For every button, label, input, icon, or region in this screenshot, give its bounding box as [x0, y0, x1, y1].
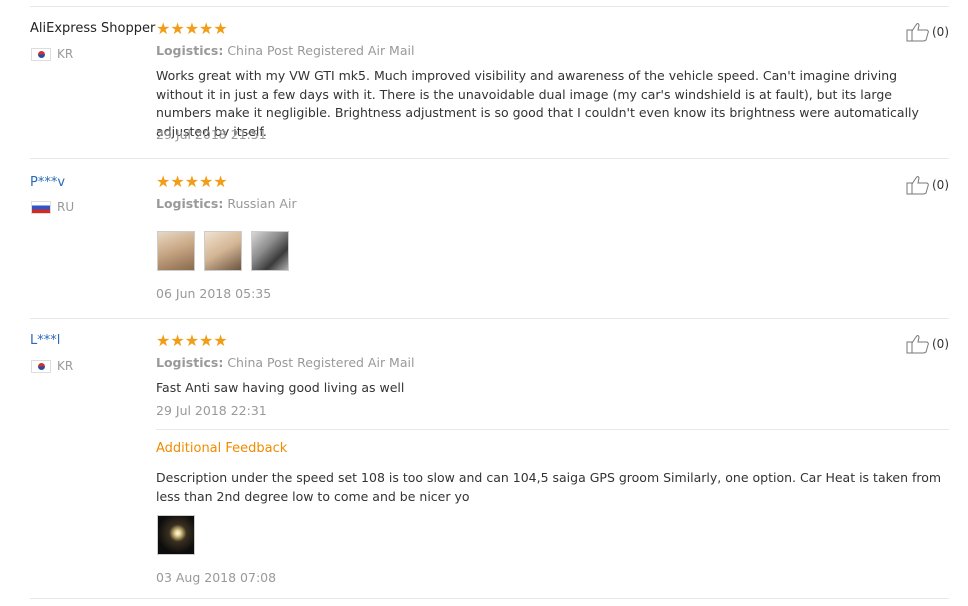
logistics-value: Russian Air: [227, 196, 297, 211]
review-text: Fast Anti saw having good living as well: [156, 380, 405, 395]
divider: [30, 158, 949, 159]
korea-flag-icon: [31, 359, 51, 373]
divider: [30, 598, 949, 599]
additional-feedback-title: Additional Feedback: [156, 441, 288, 456]
review-date: 29 Jul 2018 22:31: [156, 403, 267, 418]
review-photo-thumbnail[interactable]: [157, 515, 195, 555]
review-text: Works great with my VW GTI mk5. Much imp…: [156, 68, 919, 139]
review-photo-thumbnail[interactable]: [251, 231, 289, 271]
helpful-count: (0): [932, 178, 949, 192]
logistics-info: Logistics: China Post Registered Air Mai…: [156, 43, 414, 58]
helpful-button[interactable]: (0): [906, 22, 949, 42]
country-code: KR: [57, 359, 74, 373]
logistics-label: Logistics:: [156, 196, 224, 211]
logistics-label: Logistics:: [156, 355, 224, 370]
additional-feedback-date: 03 Aug 2018 07:08: [156, 570, 277, 585]
reviewer-country: KR: [31, 47, 73, 61]
helpful-button[interactable]: (0): [906, 175, 949, 195]
reviewer-name[interactable]: P***v: [30, 175, 65, 190]
reviewer-name: AliExpress Shopper: [30, 21, 156, 36]
additional-feedback-text: Description under the speed set 108 is t…: [156, 470, 942, 504]
helpful-button[interactable]: (0): [906, 334, 949, 354]
country-code: RU: [57, 200, 75, 214]
review-photo-thumbnail[interactable]: [157, 231, 195, 271]
thumbs-up-icon: [906, 335, 929, 354]
logistics-label: Logistics:: [156, 43, 224, 58]
helpful-count: (0): [932, 337, 949, 351]
review-date: 29 Jul 2018 21:51: [156, 127, 267, 142]
divider: [30, 318, 949, 319]
logistics-info: Logistics: China Post Registered Air Mai…: [156, 355, 414, 370]
review-date: 06 Jun 2018 05:35: [156, 286, 272, 301]
russia-flag-icon: [31, 200, 51, 214]
logistics-value: China Post Registered Air Mail: [227, 43, 415, 58]
divider: [30, 6, 949, 7]
reviewer-country: RU: [31, 200, 74, 214]
review-photo-thumbnail[interactable]: [204, 231, 242, 271]
korea-flag-icon: [31, 47, 51, 61]
thumbs-up-icon: [906, 176, 929, 195]
star-rating: ★★★★★: [156, 172, 228, 191]
country-code: KR: [57, 47, 74, 61]
logistics-value: China Post Registered Air Mail: [227, 355, 415, 370]
thumbs-up-icon: [906, 23, 929, 42]
reviewer-country: KR: [31, 359, 73, 373]
star-rating: ★★★★★: [156, 19, 228, 38]
helpful-count: (0): [932, 25, 949, 39]
star-rating: ★★★★★: [156, 331, 228, 350]
reviewer-name[interactable]: L***l: [30, 333, 60, 348]
divider: [156, 429, 949, 430]
logistics-info: Logistics: Russian Air: [156, 196, 297, 211]
